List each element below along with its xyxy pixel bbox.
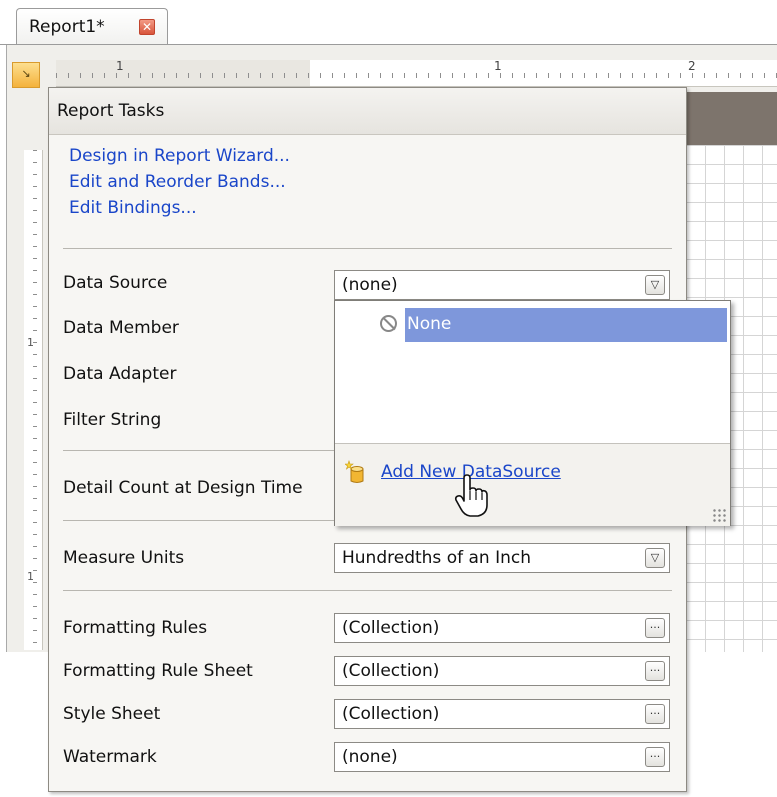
report-tab[interactable]: Report1* ✕ [16,8,168,45]
horizontal-ruler: 1 1 2 [56,59,777,87]
ruler-number: 2 [688,59,696,73]
design-in-report-wizard-link[interactable]: Design in Report Wizard... [69,146,290,166]
resize-grip-icon[interactable] [712,508,726,522]
database-add-icon [345,460,364,483]
edit-reorder-bands-link[interactable]: Edit and Reorder Bands... [69,172,286,192]
dropdown-item-label: None [407,314,452,334]
ruler-number: 1 [494,59,502,73]
measure-units-combo[interactable]: Hundredths of an Inch ▽ [334,543,670,573]
measure-units-value: Hundredths of an Inch [342,548,531,568]
measure-units-label: Measure Units [63,548,185,568]
panel-title: Report Tasks [57,101,165,121]
data-adapter-label: Data Adapter [63,364,177,384]
close-tab-icon[interactable]: ✕ [139,19,155,35]
report-tab-title: Report1* [29,17,105,37]
vruler-number: 1 [27,570,34,583]
formatting-rule-sheet-field[interactable]: (Collection) ··· [334,656,670,686]
ruler-ticks [56,73,777,78]
ruler-number: 1 [116,59,124,73]
detail-count-label: Detail Count at Design Time [63,478,303,498]
ellipsis-icon[interactable]: ··· [645,661,665,681]
data-source-label: Data Source [63,273,168,293]
data-source-dropdown: None Add New DataSource [334,300,731,526]
formatting-rules-label: Formatting Rules [63,618,208,638]
data-member-label: Data Member [63,318,179,338]
data-source-combo[interactable]: (none) ▽ [334,270,670,300]
filter-string-label: Filter String [63,410,162,430]
edit-bindings-link[interactable]: Edit Bindings... [69,198,197,218]
formatting-rules-value: (Collection) [342,618,440,638]
none-icon [380,315,397,332]
panel-title-bar: Report Tasks [49,88,686,135]
band-header[interactable] [686,92,777,145]
formatting-rule-sheet-value: (Collection) [342,661,440,681]
watermark-field[interactable]: (none) ··· [334,742,670,772]
chevron-down-icon[interactable]: ▽ [645,275,665,295]
ellipsis-icon[interactable]: ··· [645,704,665,724]
vertical-ruler: 1 1 [24,150,43,650]
style-sheet-field[interactable]: (Collection) ··· [334,699,670,729]
separator [63,590,672,591]
formatting-rule-sheet-label: Formatting Rule Sheet [63,661,253,681]
watermark-value: (none) [342,747,398,767]
watermark-label: Watermark [63,747,157,767]
dropdown-item-none[interactable]: None [405,308,727,342]
vruler-number: 1 [27,336,34,349]
hand-cursor-icon [454,474,488,517]
data-source-value: (none) [342,275,398,295]
style-sheet-label: Style Sheet [63,704,161,724]
smart-tag-button[interactable]: ↘ [12,62,40,88]
formatting-rules-field[interactable]: (Collection) ··· [334,613,670,643]
separator [63,248,672,249]
chevron-down-icon[interactable]: ▽ [645,548,665,568]
dropdown-footer: Add New DataSource [335,443,730,526]
ellipsis-icon[interactable]: ··· [645,618,665,638]
ellipsis-icon[interactable]: ··· [645,747,665,767]
style-sheet-value: (Collection) [342,704,440,724]
